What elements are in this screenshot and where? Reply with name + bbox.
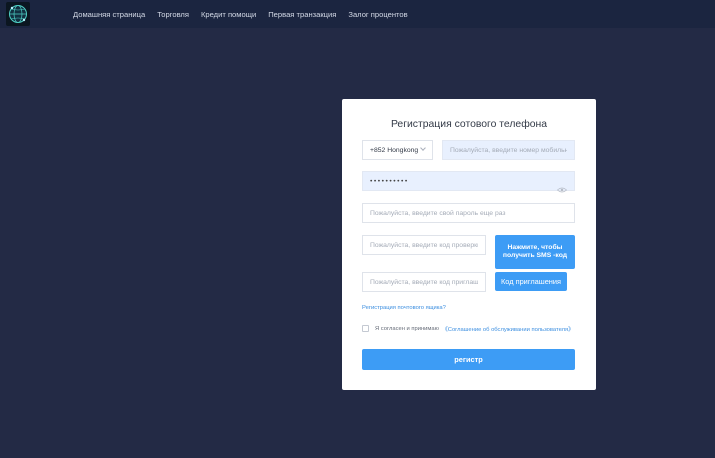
invite-code-input[interactable] (362, 272, 486, 292)
top-navbar: Домашняя страница Торговля Кредит помощи… (0, 0, 715, 28)
email-register-link[interactable]: Регистрация почтового ящика? (362, 305, 448, 312)
chevron-down-icon (420, 145, 426, 151)
eye-icon[interactable] (556, 180, 568, 193)
main-nav: Домашняя страница Торговля Кредит помощи… (73, 0, 420, 28)
country-code-select[interactable]: +852 Hongkong (362, 140, 433, 160)
invite-code-button[interactable]: Код приглашения (495, 272, 567, 291)
registration-card: Регистрация сотового телефона +852 Hongk… (342, 99, 596, 390)
country-code-label: +852 Hongkong (370, 146, 419, 154)
page-title: Регистрация сотового телефона (390, 119, 548, 130)
agreement-row: Я согласен и принимаю 《Соглашение об обс… (362, 324, 574, 333)
nav-item-trade[interactable]: Торговля (157, 10, 189, 19)
nav-item-interest-pledge[interactable]: Залог процентов (348, 10, 407, 19)
nav-item-first-transaction[interactable]: Первая транзакция (268, 10, 336, 19)
register-button[interactable]: регистр (362, 349, 575, 370)
agree-text: Я согласен и принимаю (375, 325, 439, 332)
phone-input[interactable] (442, 140, 575, 160)
logo-icon[interactable] (6, 2, 30, 26)
nav-item-home[interactable]: Домашняя страница (73, 10, 145, 19)
agreement-link[interactable]: 《Соглашение об обслуживании пользователя… (442, 324, 574, 333)
sms-code-input[interactable] (362, 235, 486, 255)
password-input[interactable] (362, 171, 575, 191)
agree-checkbox[interactable] (362, 325, 369, 332)
get-sms-code-button[interactable]: Нажмите, чтобы получить SMS -код (495, 235, 575, 269)
nav-item-credit[interactable]: Кредит помощи (201, 10, 256, 19)
confirm-password-input[interactable] (362, 203, 575, 223)
